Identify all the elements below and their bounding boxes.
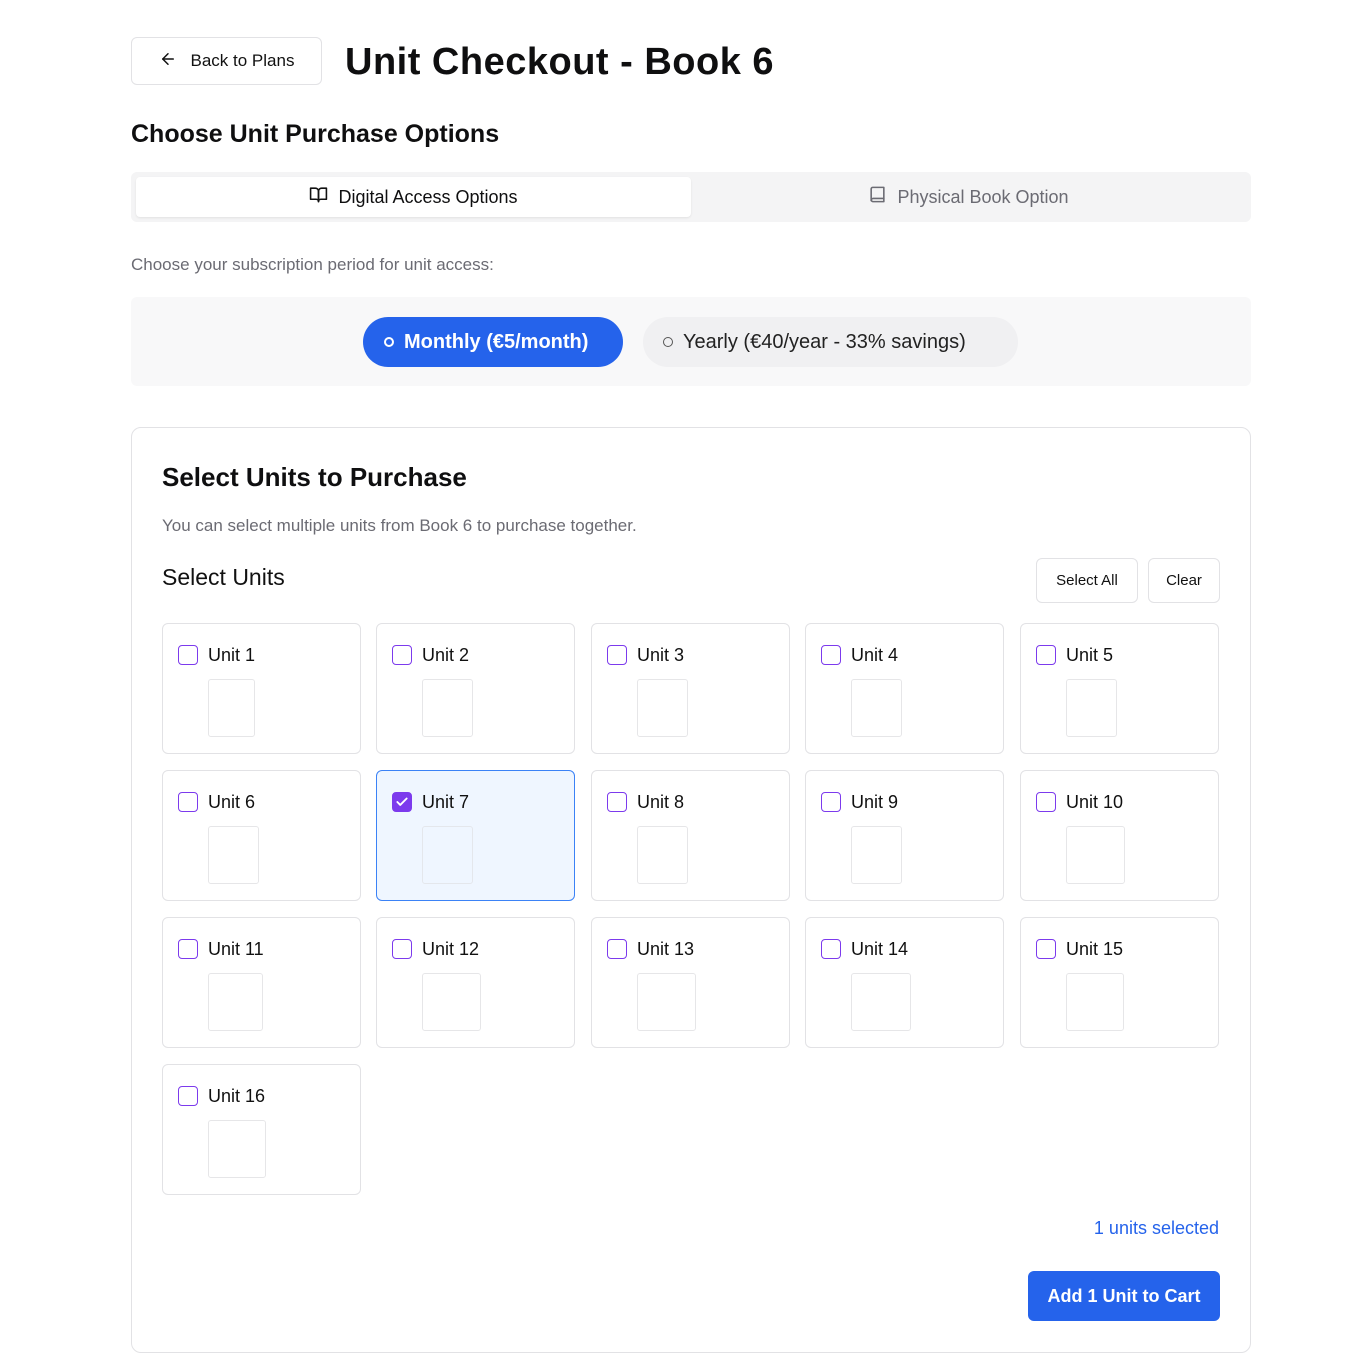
unit-checkbox[interactable]	[178, 1086, 198, 1106]
unit-thumbnail	[1066, 679, 1117, 737]
clear-button[interactable]: Clear	[1148, 558, 1220, 603]
unit-label: Unit 16	[208, 1086, 266, 1106]
unit-card[interactable]: Unit 14	[805, 917, 1004, 1048]
unit-card[interactable]: Unit 9	[805, 770, 1004, 901]
unit-checkbox[interactable]	[1036, 645, 1056, 665]
unit-label: Unit 7	[422, 792, 470, 812]
back-to-plans-button[interactable]: Back to Plans	[131, 37, 322, 85]
unit-thumbnail	[422, 973, 481, 1031]
unit-checkbox[interactable]	[821, 645, 841, 665]
unit-checkbox[interactable]	[178, 939, 198, 959]
arrow-left-icon	[159, 50, 177, 73]
unit-label: Unit 10	[1066, 792, 1124, 812]
unit-card[interactable]: Unit 12	[376, 917, 575, 1048]
tab-digital-access[interactable]: Digital Access Options	[136, 177, 691, 217]
unit-label: Unit 12	[422, 939, 480, 959]
unit-card[interactable]: Unit 6	[162, 770, 361, 901]
monthly-option[interactable]: Monthly (€5/month)	[363, 317, 623, 367]
unit-checkbox[interactable]	[392, 939, 412, 959]
select-units-description: You can select multiple units from Book …	[162, 516, 637, 535]
book-open-icon	[309, 185, 328, 209]
unit-label: Unit 4	[851, 645, 899, 665]
tab-digital-access-label: Digital Access Options	[338, 186, 518, 207]
unit-checkbox[interactable]	[178, 645, 198, 665]
select-units-title: Select Units to Purchase	[162, 462, 467, 492]
unit-thumbnail	[208, 679, 255, 737]
purchase-options-title: Choose Unit Purchase Options	[131, 120, 500, 148]
page-title: Unit Checkout - Book 6	[345, 41, 775, 83]
unit-card[interactable]: Unit 11	[162, 917, 361, 1048]
yearly-option[interactable]: Yearly (€40/year - 33% savings)	[643, 317, 1018, 367]
unit-card[interactable]: Unit 16	[162, 1064, 361, 1195]
tab-physical-book[interactable]: Physical Book Option	[691, 177, 1246, 217]
unit-thumbnail	[208, 1120, 266, 1178]
book-icon	[868, 185, 887, 209]
unit-card[interactable]: Unit 2	[376, 623, 575, 754]
subscription-period-group: Monthly (€5/month) Yearly (€40/year - 33…	[131, 297, 1251, 386]
radio-icon	[384, 337, 394, 347]
radio-icon	[663, 337, 673, 347]
unit-thumbnail	[851, 826, 902, 884]
unit-checkbox[interactable]	[392, 645, 412, 665]
unit-card[interactable]: Unit 15	[1020, 917, 1219, 1048]
unit-label: Unit 13	[637, 939, 695, 959]
unit-thumbnail	[637, 679, 688, 737]
unit-label: Unit 11	[208, 939, 264, 959]
selected-count: 1 units selected	[1093, 1218, 1219, 1238]
unit-label: Unit 3	[637, 645, 685, 665]
unit-card[interactable]: Unit 8	[591, 770, 790, 901]
unit-thumbnail	[851, 679, 902, 737]
back-to-plans-label: Back to Plans	[190, 51, 295, 70]
unit-card[interactable]: Unit 3	[591, 623, 790, 754]
unit-thumbnail	[208, 973, 263, 1031]
unit-checkbox[interactable]	[821, 792, 841, 812]
unit-checkbox[interactable]	[392, 792, 412, 812]
unit-label: Unit 9	[851, 792, 899, 812]
select-units-card: Select Units to Purchase You can select …	[131, 427, 1251, 1353]
unit-thumbnail	[637, 826, 688, 884]
unit-thumbnail	[422, 826, 473, 884]
unit-card[interactable]: Unit 13	[591, 917, 790, 1048]
select-all-button[interactable]: Select All	[1036, 558, 1138, 603]
unit-label: Unit 5	[1066, 645, 1114, 665]
unit-label: Unit 15	[1066, 939, 1124, 959]
check-icon	[396, 797, 408, 806]
unit-checkbox[interactable]	[1036, 792, 1056, 812]
unit-label: Unit 8	[637, 792, 685, 812]
unit-checkbox[interactable]	[607, 645, 627, 665]
unit-thumbnail	[1066, 826, 1125, 884]
unit-thumbnail	[1066, 973, 1124, 1031]
unit-card[interactable]: Unit 5	[1020, 623, 1219, 754]
unit-card[interactable]: Unit 1	[162, 623, 361, 754]
monthly-option-label: Monthly (€5/month)	[404, 330, 589, 353]
unit-thumbnail	[637, 973, 696, 1031]
unit-thumbnail	[208, 826, 259, 884]
unit-card[interactable]: Unit 4	[805, 623, 1004, 754]
tab-physical-book-label: Physical Book Option	[897, 186, 1069, 207]
subscription-prompt: Choose your subscription period for unit…	[131, 255, 494, 274]
unit-checkbox[interactable]	[178, 792, 198, 812]
unit-card[interactable]: Unit 10	[1020, 770, 1219, 901]
unit-label: Unit 6	[208, 792, 256, 812]
unit-checkbox[interactable]	[607, 792, 627, 812]
yearly-option-label: Yearly (€40/year - 33% savings)	[683, 330, 966, 353]
unit-checkbox[interactable]	[607, 939, 627, 959]
purchase-option-tabs: Digital Access Options Physical Book Opt…	[131, 172, 1251, 222]
unit-card[interactable]: Unit 7	[376, 770, 575, 901]
unit-thumbnail	[422, 679, 473, 737]
unit-checkbox[interactable]	[821, 939, 841, 959]
unit-label: Unit 2	[422, 645, 470, 665]
add-to-cart-button[interactable]: Add 1 Unit to Cart	[1028, 1271, 1220, 1321]
unit-checkbox[interactable]	[1036, 939, 1056, 959]
units-heading: Select Units	[162, 564, 285, 590]
unit-thumbnail	[851, 973, 911, 1031]
unit-label: Unit 1	[208, 645, 256, 665]
unit-label: Unit 14	[851, 939, 909, 959]
